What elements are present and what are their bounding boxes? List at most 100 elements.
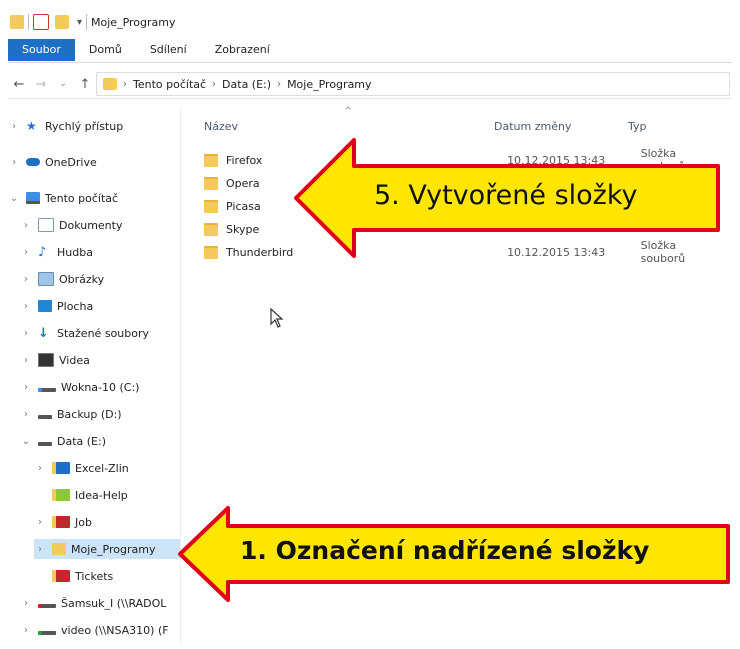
computer-icon <box>26 192 40 204</box>
sidebar-item-drive-e[interactable]: ⌄ Data (E:) <box>20 431 106 451</box>
chevron-down-icon[interactable]: ▾ <box>77 17 82 28</box>
pictures-icon <box>38 272 54 286</box>
sidebar-item-label: Tickets <box>75 569 114 583</box>
column-header-type[interactable]: Typ <box>628 120 647 133</box>
column-header-name[interactable]: Název <box>204 120 238 133</box>
divider <box>28 14 29 30</box>
callout-text-top: 5. Vytvořené složky <box>374 180 638 211</box>
folder-icon <box>52 489 70 501</box>
recent-locations-icon[interactable]: ⌄ <box>52 79 74 89</box>
folder-icon <box>10 15 24 29</box>
sidebar-item-label: Tento počítač <box>45 191 119 205</box>
sidebar-item-this-pc[interactable]: ⌄ Tento počítač <box>8 188 118 208</box>
chevron-right-icon[interactable]: › <box>20 598 32 609</box>
sidebar-item-music[interactable]: › ♪ Hudba <box>20 242 93 262</box>
sidebar-item-idea-help[interactable]: Idea-Help <box>34 485 128 505</box>
music-icon: ♪ <box>38 244 47 260</box>
drive-icon <box>38 415 52 419</box>
cloud-icon <box>26 158 40 166</box>
sidebar-item-drive-d[interactable]: › Backup (D:) <box>20 404 122 424</box>
sidebar-item-downloads[interactable]: › ↓ Stažené soubory <box>20 323 149 343</box>
folder-icon <box>103 78 117 90</box>
sidebar-item-label: Dokumenty <box>59 218 123 232</box>
column-header-date[interactable]: Datum změny <box>494 120 571 133</box>
ribbon-tabs: Soubor Domů Sdílení Zobrazení <box>8 38 732 63</box>
forward-arrow-icon[interactable]: → <box>30 77 52 92</box>
tab-share[interactable]: Sdílení <box>136 39 201 61</box>
callout-arrow-parent-folder: 1. Označení nadřízené složky <box>176 504 736 604</box>
sidebar-item-onedrive[interactable]: › OneDrive <box>8 152 97 172</box>
folder-icon <box>204 222 218 236</box>
sidebar-item-pictures[interactable]: › Obrázky <box>20 269 104 289</box>
chevron-right-icon[interactable]: › <box>20 328 32 339</box>
video-icon <box>38 353 54 367</box>
divider <box>86 14 88 30</box>
chevron-right-icon[interactable]: › <box>20 625 32 636</box>
breadcrumb-moje-programy[interactable]: Moje_Programy <box>287 78 371 91</box>
back-arrow-icon[interactable]: ← <box>8 77 30 92</box>
network-drive-icon <box>38 631 56 635</box>
sidebar-item-network-samsuk[interactable]: › Šamsuk_I (\\RADOL <box>20 593 166 613</box>
sidebar-item-label: Idea-Help <box>75 488 128 502</box>
documents-icon <box>38 218 54 232</box>
sidebar-item-job[interactable]: › Job <box>34 512 92 532</box>
chevron-right-icon[interactable]: › <box>8 121 20 132</box>
chevron-right-icon[interactable]: › <box>34 544 46 555</box>
sort-indicator-icon: ^ <box>344 106 353 117</box>
sidebar-item-tickets[interactable]: Tickets <box>34 566 113 586</box>
chevron-right-icon[interactable]: › <box>20 301 32 312</box>
sidebar-item-label: Wokna-10 (C:) <box>61 380 140 394</box>
sidebar-item-desktop[interactable]: › Plocha <box>20 296 93 316</box>
sidebar-item-label: Videa <box>59 353 90 367</box>
chevron-right-icon[interactable]: › <box>8 157 20 168</box>
chevron-right-icon[interactable]: › <box>34 463 46 474</box>
breadcrumb-data-e[interactable]: Data (E:) <box>222 78 271 91</box>
sidebar-item-drive-c[interactable]: › Wokna-10 (C:) <box>20 377 139 397</box>
sidebar-item-moje-programy[interactable]: › Moje_Programy <box>34 539 180 559</box>
chevron-right-icon[interactable]: › <box>20 355 32 366</box>
chevron-right-icon[interactable]: › <box>20 247 32 258</box>
folder-icon <box>204 199 218 213</box>
chevron-right-icon[interactable]: › <box>20 382 32 393</box>
sidebar-item-label: video (\\NSA310) (F <box>61 623 169 637</box>
new-folder-icon[interactable] <box>55 15 69 29</box>
mouse-cursor-icon <box>270 308 284 328</box>
address-field[interactable]: › Tento počítač › Data (E:) › Moje_Progr… <box>96 72 730 96</box>
chevron-right-icon[interactable]: › <box>212 79 216 90</box>
sidebar-item-label: Backup (D:) <box>57 407 122 421</box>
sidebar-item-label: Stažené soubory <box>57 326 149 340</box>
chevron-down-icon[interactable]: ⌄ <box>8 193 20 204</box>
tab-file[interactable]: Soubor <box>8 39 75 61</box>
desktop-icon <box>38 300 52 312</box>
chevron-right-icon[interactable]: › <box>20 409 32 420</box>
sidebar-item-excel-zlin[interactable]: › Excel-Zlin <box>34 458 129 478</box>
tab-home[interactable]: Domů <box>75 39 136 61</box>
chevron-right-icon[interactable]: › <box>277 79 281 90</box>
breadcrumb-this-pc[interactable]: Tento počítač <box>133 78 206 91</box>
navigation-pane: › ★ Rychlý přístup › OneDrive ⌄ Tento po… <box>8 106 181 646</box>
sidebar-item-network-video[interactable]: › video (\\NSA310) (F <box>20 620 169 640</box>
sidebar-item-label: Moje_Programy <box>71 542 156 556</box>
drive-icon <box>38 388 56 392</box>
sidebar-item-label: Data (E:) <box>57 434 107 448</box>
folder-icon <box>52 516 70 528</box>
window-title: Moje_Programy <box>91 15 176 29</box>
chevron-right-icon[interactable]: › <box>123 79 127 90</box>
sidebar-item-label: Job <box>75 515 92 529</box>
address-bar: ← → ⌄ ↑ › Tento počítač › Data (E:) › Mo… <box>8 70 732 99</box>
sidebar-item-quick-access[interactable]: › ★ Rychlý přístup <box>8 116 123 136</box>
chevron-right-icon[interactable]: › <box>20 274 32 285</box>
network-drive-icon <box>38 604 56 608</box>
sidebar-item-label: Rychlý přístup <box>45 119 124 133</box>
sidebar-item-videos[interactable]: › Videa <box>20 350 90 370</box>
sidebar-item-documents[interactable]: › Dokumenty <box>20 215 122 235</box>
title-bar: ▾ Moje_Programy <box>8 8 732 36</box>
folder-icon <box>52 543 66 555</box>
chevron-right-icon[interactable]: › <box>20 220 32 231</box>
tab-view[interactable]: Zobrazení <box>201 39 284 61</box>
up-arrow-icon[interactable]: ↑ <box>74 77 96 92</box>
chevron-down-icon[interactable]: ⌄ <box>20 436 32 447</box>
properties-icon[interactable] <box>33 14 49 30</box>
sidebar-item-label: OneDrive <box>45 155 97 169</box>
chevron-right-icon[interactable]: › <box>34 517 46 528</box>
